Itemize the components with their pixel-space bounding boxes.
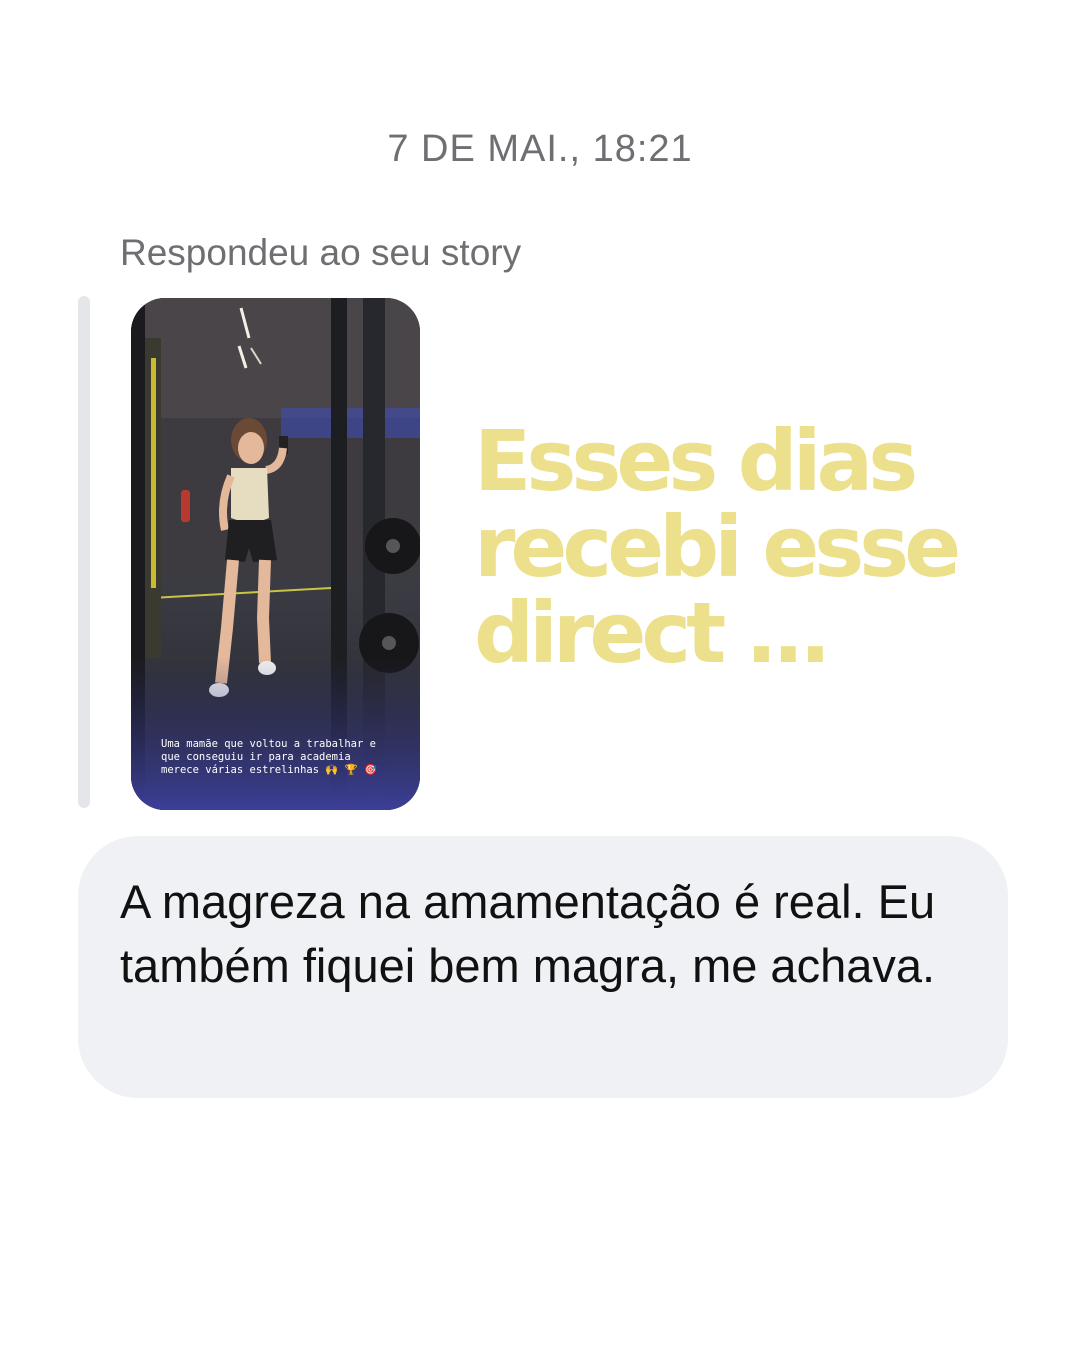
overlay-headline: Esses dias recebi esse direct ... xyxy=(474,418,994,676)
message-timestamp: 7 DE MAI., 18:21 xyxy=(387,128,693,170)
story-caption: Uma mamãe que voltou a trabalhar e que c… xyxy=(161,738,401,777)
story-caption-line: merece várias estrelinhas 🙌 🏆 🎯 xyxy=(161,764,378,776)
reply-quote-bar xyxy=(78,296,90,808)
story-photo xyxy=(131,298,420,810)
story-caption-line: Uma mamãe que voltou a trabalhar e xyxy=(161,738,376,750)
story-preview-card[interactable]: Uma mamãe que voltou a trabalhar e que c… xyxy=(131,298,420,810)
story-reply-label: Respondeu ao seu story xyxy=(120,232,522,273)
story-caption-line: que conseguiu ir para academia xyxy=(161,751,351,763)
message-bubble[interactable]: A magreza na amamentação é real. Eu tamb… xyxy=(78,836,1008,1098)
headline-line: direct ... xyxy=(474,584,831,682)
headline-line: Esses dias xyxy=(474,412,918,510)
message-text: A magreza na amamentação é real. Eu tamb… xyxy=(120,875,936,992)
headline-line: recebi esse xyxy=(474,498,961,596)
